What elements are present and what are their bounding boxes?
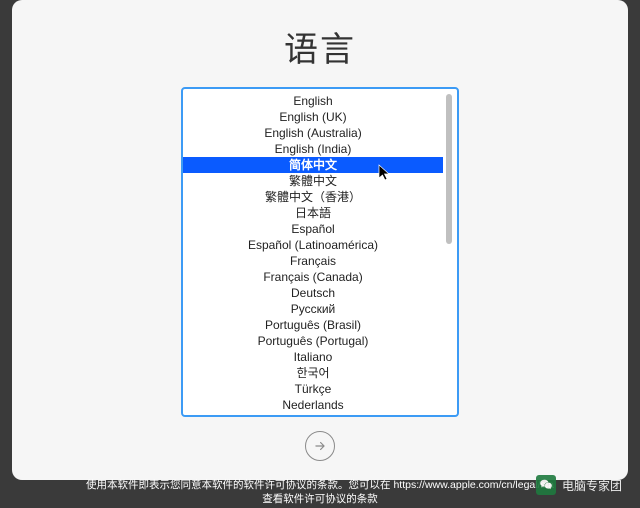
language-option[interactable]: English (UK) — [183, 109, 443, 125]
language-option[interactable]: 日本語 — [183, 205, 443, 221]
language-option[interactable]: Deutsch — [183, 285, 443, 301]
language-listbox[interactable]: EnglishEnglish (UK)English (Australia)En… — [181, 87, 459, 417]
language-option[interactable]: Türkçe — [183, 381, 443, 397]
language-option[interactable]: English — [183, 93, 443, 109]
next-button[interactable] — [305, 431, 335, 461]
language-option[interactable]: Nederlands — [183, 397, 443, 413]
language-option[interactable]: Español (Latinoamérica) — [183, 237, 443, 253]
language-option[interactable]: Português (Brasil) — [183, 317, 443, 333]
language-option[interactable]: Português (Portugal) — [183, 333, 443, 349]
language-option[interactable]: 한국어 — [183, 365, 443, 381]
language-option[interactable]: 简体中文 — [183, 157, 443, 173]
watermark: 电脑专家团 — [536, 475, 622, 495]
language-option[interactable]: Italiano — [183, 349, 443, 365]
language-option[interactable]: English (Australia) — [183, 125, 443, 141]
language-option[interactable]: Français — [183, 253, 443, 269]
language-option[interactable]: Español — [183, 221, 443, 237]
language-option[interactable]: Русский — [183, 301, 443, 317]
watermark-text: 电脑专家团 — [562, 477, 622, 494]
language-option[interactable]: 繁體中文 — [183, 173, 443, 189]
page-title: 语言 — [284, 22, 356, 71]
language-list-items[interactable]: EnglishEnglish (UK)English (Australia)En… — [183, 89, 443, 415]
wechat-icon — [536, 475, 556, 495]
arrow-right-icon — [313, 439, 327, 453]
scrollbar[interactable] — [443, 92, 455, 412]
installer-window: 语言 EnglishEnglish (UK)English (Australia… — [12, 0, 628, 480]
language-option[interactable]: 繁體中文（香港） — [183, 189, 443, 205]
language-option[interactable]: English (India) — [183, 141, 443, 157]
language-option[interactable]: Français (Canada) — [183, 269, 443, 285]
